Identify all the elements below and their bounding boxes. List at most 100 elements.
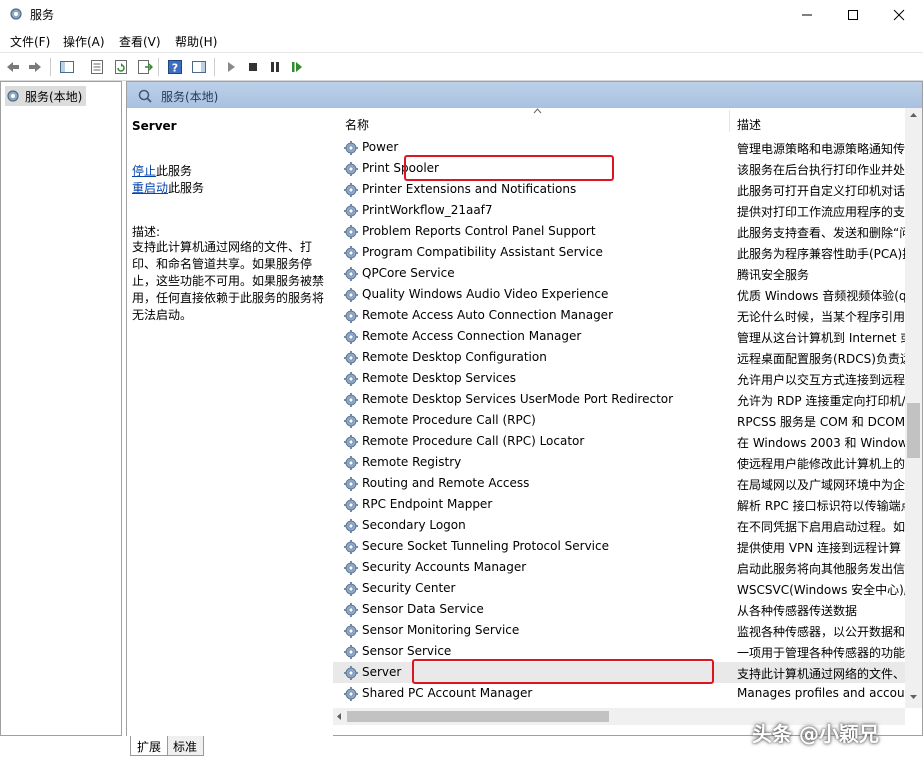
- service-row[interactable]: Sensor Monitoring Service 监视各种传感器，以公开数据和: [333, 620, 905, 641]
- stop-button[interactable]: [244, 58, 262, 76]
- service-row[interactable]: Shared PC Account Manager Manages profile…: [333, 683, 905, 704]
- console-tree-icon: [60, 61, 74, 73]
- service-row[interactable]: QPCore Service 腾讯安全服务: [333, 263, 905, 284]
- service-description-cell: 从各种传感器传送数据: [737, 604, 858, 618]
- action-pane-button[interactable]: [190, 58, 208, 76]
- service-gear-icon: [344, 372, 358, 386]
- service-row[interactable]: Remote Access Connection Manager 管理从这台计算机…: [333, 326, 905, 347]
- service-row[interactable]: Secondary Logon 在不同凭据下启用启动过程。如: [333, 515, 905, 536]
- service-description-cell: 无论什么时候，当某个程序引用: [737, 310, 905, 324]
- service-name: Remote Registry: [362, 455, 462, 469]
- service-description: 支持此计算机通过网络的文件、打印、和命名管道共享。如果服务停止，这些功能不可用。…: [132, 240, 325, 322]
- watermark: 头条 @小颖兄: [752, 722, 879, 746]
- service-gear-icon: [344, 645, 358, 659]
- service-description-cell: 腾讯安全服务: [737, 268, 810, 282]
- toolbar-separator: [50, 58, 51, 76]
- tab-standard[interactable]: 标准: [166, 736, 205, 756]
- maximize-button[interactable]: [830, 0, 876, 30]
- service-gear-icon: [344, 246, 358, 260]
- service-gear-icon: [344, 456, 358, 470]
- vertical-scroll-thumb[interactable]: [907, 403, 920, 458]
- help-button[interactable]: ?: [166, 58, 184, 76]
- stop-icon: [249, 63, 257, 71]
- horizontal-scroll-thumb[interactable]: [347, 711, 609, 722]
- highlight-box-server: [412, 659, 714, 684]
- service-name: Secure Socket Tunneling Protocol Service: [362, 539, 609, 553]
- svg-text:?: ?: [172, 62, 178, 75]
- menu-view[interactable]: 查看(V): [119, 33, 161, 50]
- service-row[interactable]: RPC Endpoint Mapper 解析 RPC 接口标识符以传输端点: [333, 494, 905, 515]
- service-row[interactable]: Quality Windows Audio Video Experience 优质…: [333, 284, 905, 305]
- service-description-cell: RPCSS 服务是 COM 和 DCOM: [737, 415, 905, 429]
- properties-icon: [91, 60, 103, 74]
- close-button[interactable]: [876, 0, 922, 30]
- window-title: 服务: [30, 8, 55, 22]
- back-button[interactable]: [4, 58, 22, 76]
- service-gear-icon: [344, 162, 358, 176]
- service-description-cell: 使远程用户能修改此计算机上的: [737, 457, 905, 471]
- menu-help[interactable]: 帮助(H): [175, 33, 217, 50]
- console-tree-button[interactable]: [58, 58, 76, 76]
- service-row[interactable]: Problem Reports Control Panel Support 此服务…: [333, 221, 905, 242]
- start-icon: [228, 62, 235, 72]
- minimize-button[interactable]: [784, 0, 830, 30]
- service-gear-icon: [344, 435, 358, 449]
- service-row[interactable]: Remote Desktop Services 允许用户以交互方式连接到远程: [333, 368, 905, 389]
- service-row[interactable]: Remote Desktop Services UserMode Port Re…: [333, 389, 905, 410]
- service-row[interactable]: PrintWorkflow_21aaf7 提供对打印工作流应用程序的支: [333, 200, 905, 221]
- service-row[interactable]: Security Accounts Manager 启动此服务将向其他服务发出信: [333, 557, 905, 578]
- properties-button[interactable]: [88, 58, 106, 76]
- scroll-up-icon[interactable]: [909, 112, 918, 118]
- export-button[interactable]: [136, 58, 154, 76]
- service-row[interactable]: Remote Registry 使远程用户能修改此计算机上的: [333, 452, 905, 473]
- content-header-label: 服务(本地): [161, 90, 219, 104]
- tree-item-services-local[interactable]: 服务(本地): [5, 86, 87, 106]
- service-gear-icon: [344, 225, 358, 239]
- service-name: Server: [362, 665, 402, 679]
- menu-action[interactable]: 操作(A): [63, 33, 105, 50]
- resume-button[interactable]: [288, 58, 306, 76]
- service-row[interactable]: Remote Desktop Configuration 远程桌面配置服务(RDC…: [333, 347, 905, 368]
- forward-button[interactable]: [26, 58, 44, 76]
- service-description-cell: 启动此服务将向其他服务发出信: [737, 562, 905, 576]
- service-name: Sensor Service: [362, 644, 452, 658]
- start-button[interactable]: [222, 58, 240, 76]
- service-gear-icon: [344, 498, 358, 512]
- scroll-left-icon[interactable]: [336, 712, 342, 721]
- column-desc-header[interactable]: 描述: [737, 116, 761, 133]
- refresh-button[interactable]: [112, 58, 130, 76]
- scroll-down-icon[interactable]: [909, 694, 918, 700]
- service-name: Remote Desktop Services UserMode Port Re…: [362, 392, 674, 406]
- title-bar: 服务: [0, 0, 923, 30]
- service-description-cell: 提供使用 VPN 连接到远程计算: [737, 541, 902, 555]
- maximize-icon: [848, 10, 858, 20]
- service-gear-icon: [344, 477, 358, 491]
- service-gear-icon: [344, 351, 358, 365]
- service-row[interactable]: Remote Access Auto Connection Manager 无论什…: [333, 305, 905, 326]
- refresh-icon: [115, 60, 127, 74]
- menu-bar: 文件(F) 操作(A) 查看(V) 帮助(H): [0, 30, 923, 52]
- service-name: Remote Desktop Configuration: [362, 350, 547, 364]
- service-row[interactable]: Security Center WSCSVC(Windows 安全中心)服: [333, 578, 905, 599]
- console-tree-pane: 服务(本地): [0, 81, 122, 736]
- tab-extended[interactable]: 扩展: [130, 736, 169, 756]
- service-description-cell: 允许用户以交互方式连接到远程: [737, 373, 905, 387]
- service-gear-icon: [344, 519, 358, 533]
- service-row[interactable]: Routing and Remote Access 在局域网以及广域网环境中为企: [333, 473, 905, 494]
- stop-service-link[interactable]: 停止: [132, 164, 156, 178]
- vertical-scrollbar[interactable]: [905, 108, 922, 708]
- service-row[interactable]: Secure Socket Tunneling Protocol Service…: [333, 536, 905, 557]
- restart-service-link[interactable]: 重启动: [132, 181, 168, 195]
- column-name-header[interactable]: 名称: [345, 116, 369, 133]
- toolbar-separator: [158, 58, 159, 76]
- menu-file[interactable]: 文件(F): [10, 33, 50, 50]
- service-row[interactable]: Printer Extensions and Notifications 此服务可…: [333, 179, 905, 200]
- service-gear-icon: [344, 582, 358, 596]
- service-name: Shared PC Account Manager: [362, 686, 533, 700]
- service-row[interactable]: Remote Procedure Call (RPC) Locator 在 Win…: [333, 431, 905, 452]
- pause-button[interactable]: [266, 58, 284, 76]
- service-row[interactable]: Program Compatibility Assistant Service 此…: [333, 242, 905, 263]
- service-row[interactable]: Remote Procedure Call (RPC) RPCSS 服务是 COM…: [333, 410, 905, 431]
- service-row[interactable]: Sensor Data Service 从各种传感器传送数据: [333, 599, 905, 620]
- column-divider[interactable]: [729, 110, 730, 132]
